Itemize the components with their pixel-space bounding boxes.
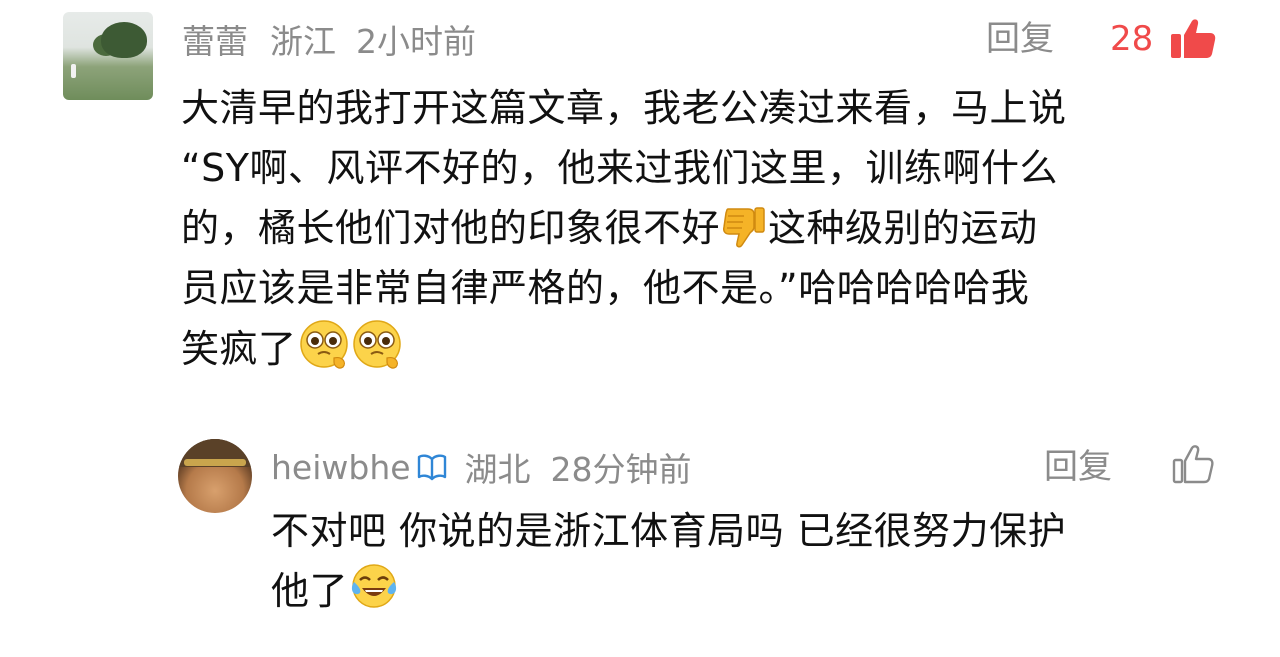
thumbs-up-filled-icon[interactable] [1170,17,1216,59]
user-avatar[interactable] [63,12,153,100]
reply-meta: heiwbhe 湖北 28分钟前 [271,443,692,491]
user-location: 湖北 [464,450,531,489]
user-avatar[interactable] [178,439,252,513]
reply-time: 28分钟前 [550,450,692,489]
comment-text-line-with-emoji: 笑疯了 [181,318,1221,379]
avatar-hatband-shape [184,459,246,466]
comment-text-line-with-emoji: 的，橘长他们对他的印象很不好 这种级别的运动 [181,198,1221,258]
user-location: 浙江 [270,22,336,61]
comment-text-segment: 的，橘长他们对他的印象很不好 [181,206,721,250]
reply-text-segment: 他了 [271,569,349,613]
pleading-face-icon [352,320,401,369]
reply-text-line-with-emoji: 他了 [271,561,1231,621]
reply-text-line: 不对吧 你说的是浙江体育局吗 已经很努力保护 [271,509,1067,553]
comment-text-line: 大清早的我打开这篇文章，我老公凑过来看，马上说 [181,86,1067,130]
comment-meta: 蕾蕾 浙江 2小时前 [182,14,476,64]
reply-button[interactable]: 回复 [1044,443,1112,491]
comment-text-segment: 笑疯了 [181,327,297,371]
thumbs-down-icon [723,207,765,248]
comment-text-line: “SY啊、风评不好的，他来过我们这里，训练啊什么 [181,146,1059,190]
tears-of-joy-icon [351,564,397,608]
comment-time: 2小时前 [356,22,476,61]
pleading-face-icon [299,320,348,369]
thumbs-up-outline-icon[interactable] [1172,444,1214,484]
comment-text: 大清早的我打开这篇文章，我老公凑过来看，马上说 “SY啊、风评不好的，他来过我们… [181,78,1221,379]
book-icon [417,454,446,481]
avatar-person-shape [71,64,76,78]
reply-button[interactable]: 回复 [986,14,1054,64]
like-count: 28 [1110,19,1154,59]
user-name[interactable]: heiwbhe [271,448,411,487]
comment-text-segment: 这种级别的运动 [768,206,1038,250]
user-name[interactable]: 蕾蕾 [182,15,248,63]
reply-text: 不对吧 你说的是浙江体育局吗 已经很努力保护 他了 [271,501,1231,621]
comment-text-line: 员应该是非常自律严格的，他不是。”哈哈哈哈哈我 [181,266,1030,310]
avatar-tree-shape [101,22,147,58]
